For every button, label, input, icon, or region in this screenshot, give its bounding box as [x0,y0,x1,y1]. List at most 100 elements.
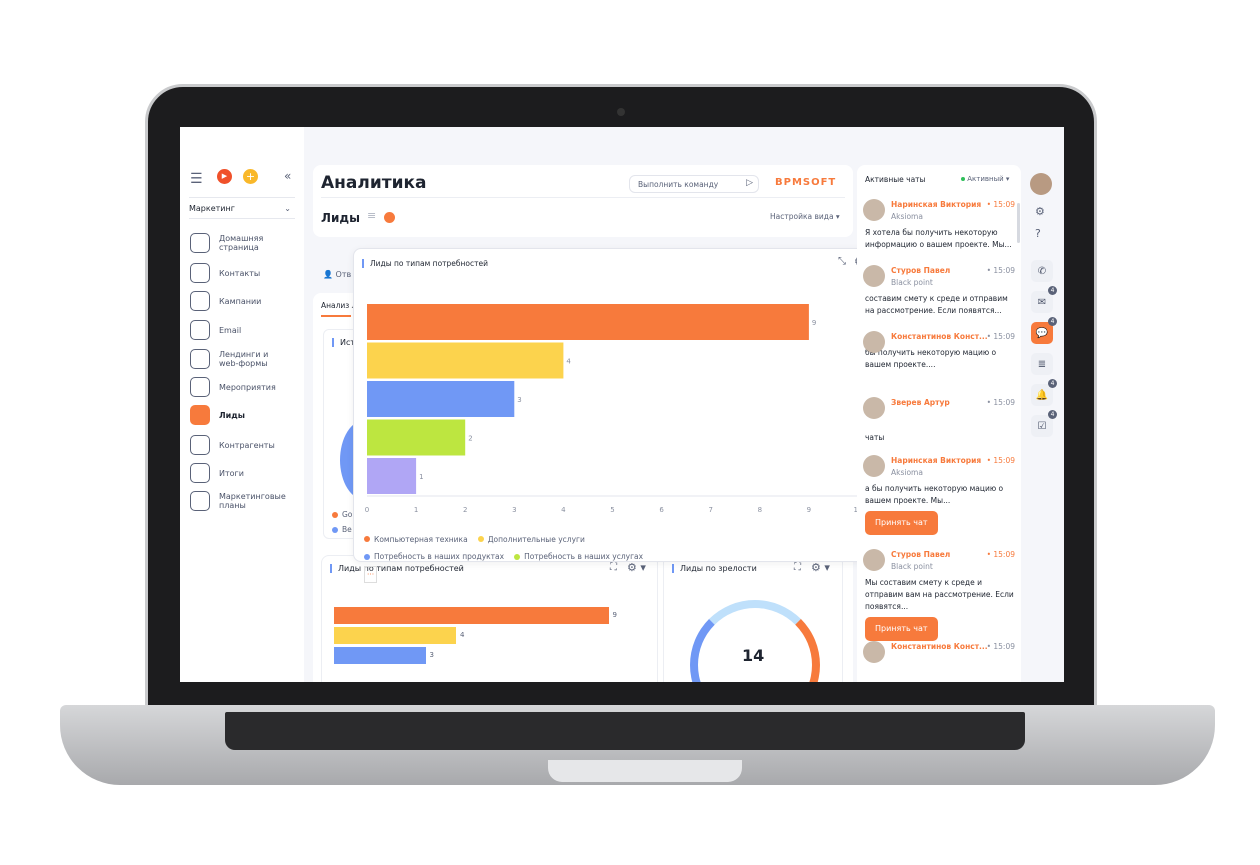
x-tick-label: 3 [512,506,516,514]
bell-icon[interactable]: 🔔 4 [1031,379,1057,406]
sidebar-item[interactable]: Email [190,320,289,340]
page-title: Аналитика [321,173,427,193]
analytics-view-icon[interactable] [384,212,395,223]
sidebar-item[interactable]: Кампании [190,291,289,311]
chat-time: • 15:09 [986,550,1015,559]
menu-icon[interactable]: ☰ [190,171,203,187]
filter-label: Отв [335,270,352,279]
legend-item[interactable]: Компьютерная техника [364,532,468,547]
legend-item[interactable]: Дополнительные услуги [477,532,585,547]
workspace-label: Маркетинг [189,204,235,213]
screen: ☰ ▶ + « Маркетинг ⌄ Домашняя страница Кон… [180,127,1064,682]
legend-more-button[interactable]: ··· [364,566,378,583]
sidebar-item-label: Лиды [219,410,245,420]
view-settings[interactable]: Настройка вида ▾ [770,212,840,221]
scrollbar[interactable] [1017,203,1020,243]
chat-time-value: 15:09 [993,642,1015,651]
plus-icon[interactable]: + [243,169,258,184]
chat-item[interactable]: Наринская Виктория • 15:09 Aksioma а бы … [863,455,1015,535]
sidebar-item-label: Кампании [219,296,262,306]
data-label: 9 [612,611,617,619]
chat-preview: Я хотела бы получить некоторую информаци… [865,228,1012,249]
x-tick-label: 7 [708,506,712,514]
workspace-select[interactable]: Маркетинг ⌄ [189,197,295,219]
chat-time-value: 15:09 [993,398,1015,407]
help-icon[interactable]: ? [1035,227,1041,240]
calendar-icon [190,491,210,511]
chat-item[interactable]: Зверев Артур • 15:09 [863,397,1015,419]
avatar [863,641,885,663]
chat-icon[interactable]: 💬 4 [1031,317,1057,344]
command-input[interactable]: Выполнить команду ▷ [629,175,759,193]
play-icon[interactable]: ▶ [217,169,232,184]
chat-item[interactable]: Наринская Виктория • 15:09 Aksioma Я хот… [863,199,1015,251]
bar [367,304,809,340]
legend-item[interactable]: Потребность в наших продуктах [364,549,504,564]
gear-icon[interactable]: ⚙ [1035,205,1045,218]
donut-total: 14 [742,646,765,665]
accept-chat-button[interactable]: Принять чат [865,511,938,535]
collapse-icon[interactable]: « [284,169,291,183]
chat-item[interactable]: Константинов Конст... • 15:09 [863,641,1015,663]
filter-owner[interactable]: 👤 Отв [323,270,351,279]
sidebar-item[interactable]: Домашняя страница [190,233,289,253]
expand-icon[interactable]: ⛶ [794,562,801,573]
status-select[interactable]: Активный ▾ [961,175,1009,183]
bar-chart: 94321012345678910 [365,304,862,514]
chat-preview: составим смету к среде и отправим на рас… [865,294,1008,315]
chat-panel-title: Активные чаты [865,175,926,184]
chat-item[interactable]: Стуров Павел • 15:09 Black point Мы сост… [863,549,1015,641]
sidebar-item[interactable]: Маркетинговые планы [190,491,289,511]
sidebar-item[interactable]: Лиды [190,405,289,425]
sidebar-item[interactable]: Мероприятия [190,377,289,397]
donut-chart [690,600,820,682]
avatar [863,549,885,571]
badge: 4 [1048,317,1057,326]
right-rail: ⚙ ? ✆ ✉ 4 💬 4 ≣ 🔔 4 ☑ 4 [1025,165,1059,682]
legend-dot [514,553,521,560]
bar [334,647,426,664]
sidebar-item-label: Маркетинговые планы [219,492,286,510]
sidebar-item[interactable]: Лендинги и web-формы [190,349,289,369]
data-label: 4 [460,631,465,639]
chat-time: • 15:09 [986,456,1015,465]
sidebar-item-label: Мероприятия [219,382,276,392]
sidebar-item[interactable]: Итоги [190,463,289,483]
tab-lead-analysis[interactable]: Анализ л [321,301,356,310]
chat-name: Константинов Конст... [891,642,988,651]
mail-icon[interactable]: ✉ 4 [1031,286,1057,313]
logo: BPMSOFT [775,177,837,188]
legend-label: Дополнительные услуги [487,534,585,544]
sidebar-item-label: Email [219,325,242,335]
chat-name: Наринская Виктория [891,200,982,209]
avatar [863,455,885,477]
legend-item[interactable]: Потребность в наших услугах [514,549,643,564]
chat-time-value: 15:09 [993,266,1015,275]
bar [334,607,609,624]
task-icon[interactable]: ☑ 4 [1031,410,1057,437]
user-avatar[interactable] [1030,173,1052,195]
legend-dot [364,553,370,560]
x-tick-label: 5 [610,506,614,514]
sidebar-item[interactable]: Контрагенты [190,435,289,455]
phone-icon[interactable]: ✆ [1031,260,1053,282]
chat-name: Наринская Виктория [891,456,982,465]
run-icon[interactable]: ▷ [746,178,753,188]
tab-underline [321,315,351,317]
data-label: 2 [468,435,472,443]
list-icon[interactable]: ≣ [1031,353,1053,375]
chat-name: Константинов Конст... [891,332,988,341]
x-tick-label: 8 [758,506,762,514]
camera [617,108,625,116]
accept-chat-button[interactable]: Принять чат [865,617,938,641]
badge: 4 [1048,410,1057,419]
chat-item[interactable]: Стуров Павел • 15:09 Black point состави… [863,265,1015,317]
legend-label: Ве [342,525,352,534]
keyboard-edge [225,712,1025,750]
target-icon [190,349,210,369]
pie-icon [190,463,210,483]
chat-item[interactable]: Константинов Конст... • 15:09 бы получит… [863,331,1015,371]
sidebar-item[interactable]: Контакты [190,263,289,283]
chat-preview: а бы получить некоторую мацию о вашем пр… [865,484,1004,505]
list-view-icon[interactable]: ≡ [367,209,376,222]
